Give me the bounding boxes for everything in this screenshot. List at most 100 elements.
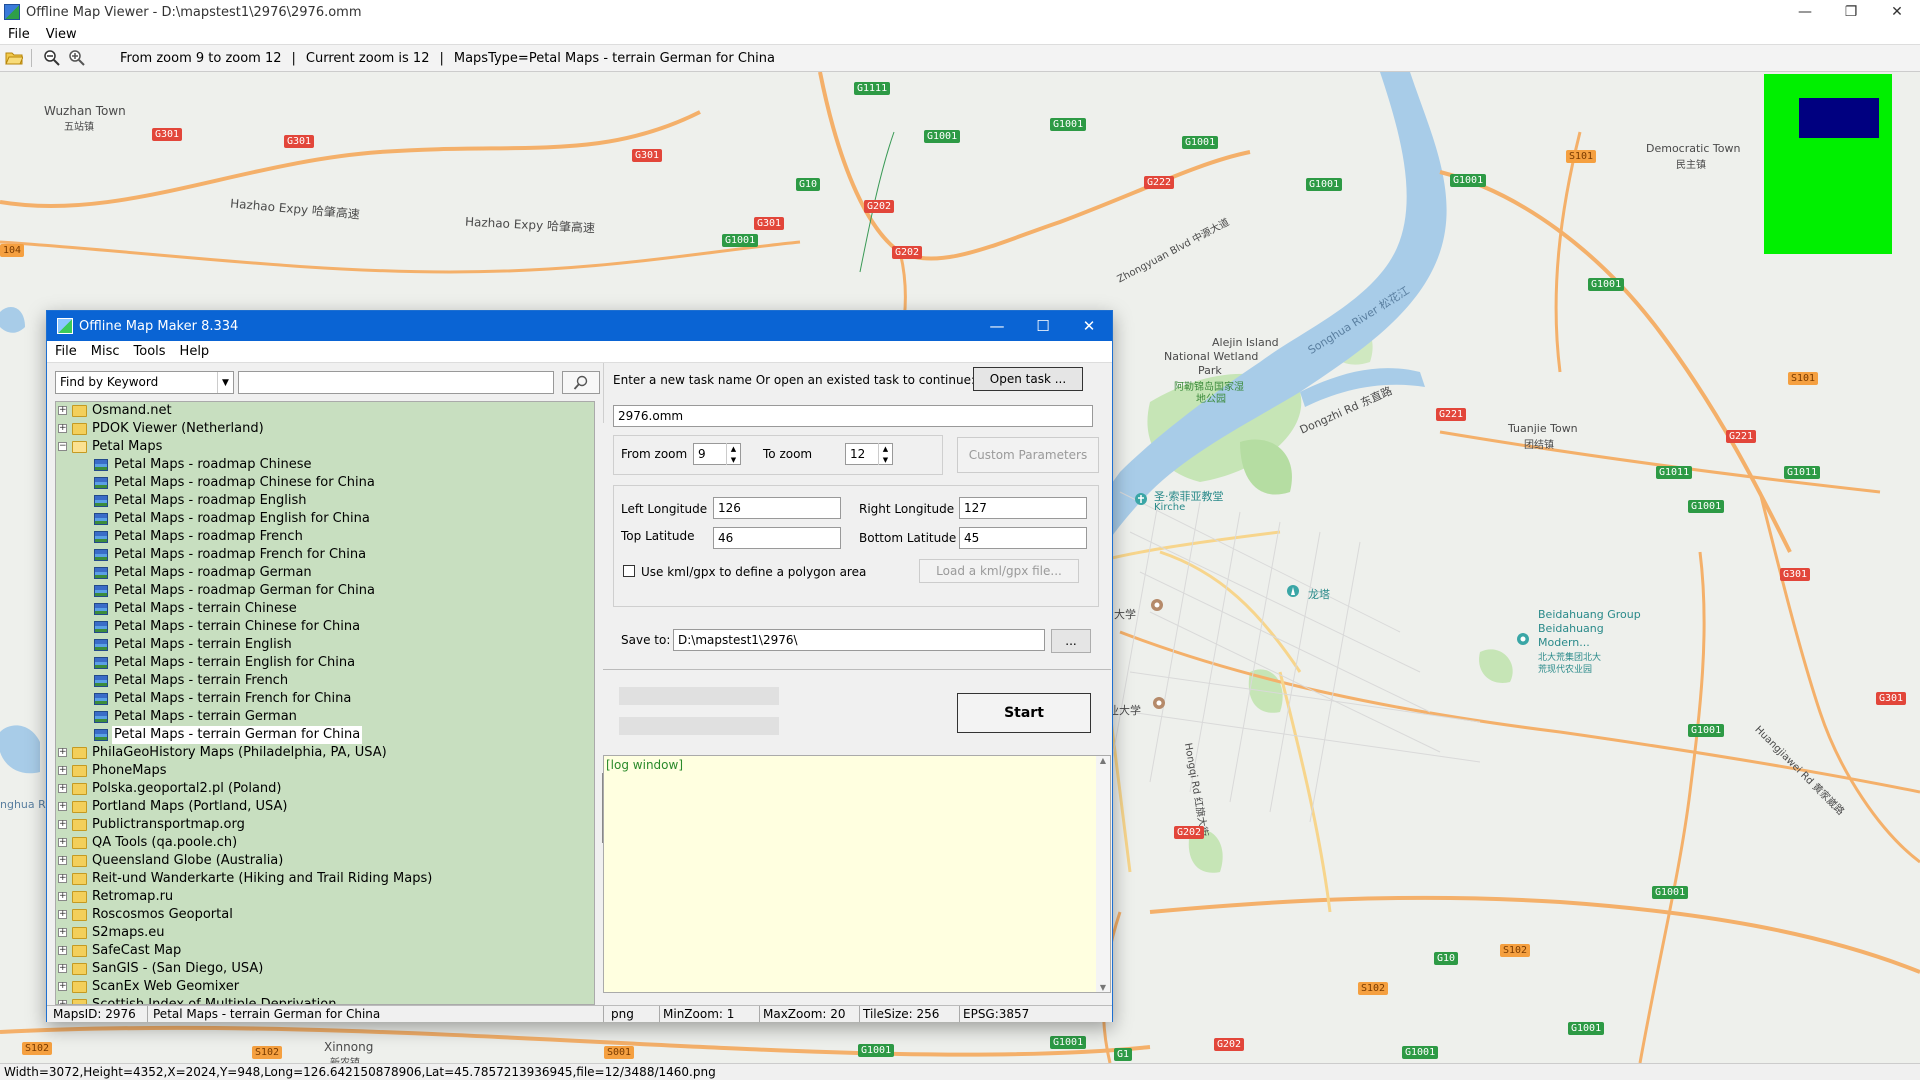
expand-icon[interactable]: +: [58, 910, 67, 919]
close-button[interactable]: ✕: [1874, 0, 1920, 24]
zoom-out-icon[interactable]: [41, 47, 63, 69]
expand-icon[interactable]: +: [58, 406, 67, 415]
expand-icon[interactable]: +: [58, 784, 67, 793]
task-name-field[interactable]: 2976.omm: [613, 405, 1093, 427]
tree-folder-item[interactable]: + SafeCast Map: [56, 942, 594, 960]
tree-map-item[interactable]: Petal Maps - roadmap Chinese: [56, 456, 594, 474]
expand-icon[interactable]: +: [58, 802, 67, 811]
search-button[interactable]: [562, 371, 600, 394]
kml-polygon-checkbox[interactable]: [623, 565, 635, 577]
log-scrollbar[interactable]: ▲ ▼: [1096, 756, 1110, 992]
spin-down-icon[interactable]: ▼: [883, 456, 888, 464]
tree-map-item[interactable]: Petal Maps - roadmap French: [56, 528, 594, 546]
tree-map-item[interactable]: Petal Maps - roadmap German: [56, 564, 594, 582]
tree-map-item[interactable]: Petal Maps - terrain English for China: [56, 654, 594, 672]
open-task-button[interactable]: Open task ...: [973, 367, 1083, 391]
tree-folder-item[interactable]: + PDOK Viewer (Netherland): [56, 420, 594, 438]
tree-map-item[interactable]: Petal Maps - roadmap English for China: [56, 510, 594, 528]
expand-icon[interactable]: +: [58, 892, 67, 901]
tree-folder-item[interactable]: + Roscosmos Geoportal: [56, 906, 594, 924]
spin-up-icon[interactable]: ▲: [731, 445, 736, 453]
tree-folder-item[interactable]: + Portland Maps (Portland, USA): [56, 798, 594, 816]
menu-tools[interactable]: Tools: [134, 344, 166, 359]
tree-folder-item[interactable]: − Petal Maps: [56, 438, 594, 456]
restore-button[interactable]: ❐: [1828, 0, 1874, 24]
tree-map-item[interactable]: Petal Maps - terrain German: [56, 708, 594, 726]
tree-folder-item[interactable]: + Osmand.net: [56, 402, 594, 420]
expand-icon[interactable]: +: [58, 820, 67, 829]
custom-parameters-button[interactable]: Custom Parameters: [957, 437, 1099, 473]
tree-folder-item[interactable]: + Reit-und Wanderkarte (Hiking and Trail …: [56, 870, 594, 888]
expand-icon[interactable]: +: [58, 946, 67, 955]
open-folder-icon[interactable]: [3, 47, 25, 69]
dialog-maximize-button[interactable]: ☐: [1020, 311, 1066, 341]
scroll-up-icon[interactable]: ▲: [1100, 756, 1106, 765]
expand-icon[interactable]: +: [58, 424, 67, 433]
tree-folder-item[interactable]: + SanGIS - (San Diego, USA): [56, 960, 594, 978]
tree-map-item[interactable]: Petal Maps - terrain French: [56, 672, 594, 690]
menu-help[interactable]: Help: [180, 344, 210, 359]
tree-map-item[interactable]: Petal Maps - roadmap German for China: [56, 582, 594, 600]
map-source-tree[interactable]: + Osmand.net + PDOK Viewer (Netherland) − Pet…: [55, 401, 595, 1005]
folder-icon: [72, 423, 87, 435]
keyword-input[interactable]: [238, 371, 554, 394]
bottom-latitude-field[interactable]: 45: [959, 527, 1087, 549]
chevron-down-icon[interactable]: ▼: [217, 372, 233, 393]
top-latitude-field[interactable]: 46: [713, 527, 841, 549]
tree-map-item[interactable]: Petal Maps - roadmap Chinese for China: [56, 474, 594, 492]
expand-icon[interactable]: +: [58, 838, 67, 847]
search-mode-select[interactable]: Find by Keyword ▼: [55, 371, 234, 394]
save-path-field[interactable]: D:\mapstest1\2976\: [673, 629, 1045, 651]
right-longitude-field[interactable]: 127: [959, 497, 1087, 519]
expand-icon[interactable]: +: [58, 982, 67, 991]
expand-icon[interactable]: +: [58, 748, 67, 757]
overview-minimap[interactable]: [1764, 74, 1892, 254]
browse-button[interactable]: ...: [1051, 629, 1091, 653]
tree-map-item[interactable]: Petal Maps - terrain English: [56, 636, 594, 654]
tree-map-item[interactable]: Petal Maps - roadmap French for China: [56, 546, 594, 564]
start-button[interactable]: Start: [957, 693, 1091, 733]
tree-folder-item[interactable]: + Polska.geoportal2.pl (Poland): [56, 780, 594, 798]
tree-folder-item[interactable]: + PhilaGeoHistory Maps (Philadelphia, PA,…: [56, 744, 594, 762]
menu-misc[interactable]: Misc: [91, 344, 120, 359]
to-zoom-spinner[interactable]: ▲ ▼: [878, 443, 892, 465]
menu-view[interactable]: View: [46, 27, 77, 42]
tree-folder-item[interactable]: + Queensland Globe (Australia): [56, 852, 594, 870]
spin-up-icon[interactable]: ▲: [883, 445, 888, 453]
tree-folder-item[interactable]: + Publictransportmap.org: [56, 816, 594, 834]
from-zoom-spinner[interactable]: ▲ ▼: [726, 443, 740, 465]
expand-icon[interactable]: +: [58, 928, 67, 937]
expand-icon[interactable]: +: [58, 856, 67, 865]
tree-map-item[interactable]: Petal Maps - terrain Chinese: [56, 600, 594, 618]
minimize-button[interactable]: —: [1782, 0, 1828, 24]
tree-item-label: PhoneMaps: [92, 763, 167, 778]
scroll-down-icon[interactable]: ▼: [1100, 983, 1106, 992]
tree-map-item[interactable]: Petal Maps - terrain German for China: [56, 726, 594, 744]
dialog-minimize-button[interactable]: —: [974, 311, 1020, 341]
tree-folder-item[interactable]: + PhoneMaps: [56, 762, 594, 780]
expand-icon[interactable]: +: [58, 964, 67, 973]
menu-file[interactable]: File: [8, 27, 30, 42]
tree-map-item[interactable]: Petal Maps - roadmap English: [56, 492, 594, 510]
load-kml-button[interactable]: Load a kml/gpx file...: [919, 559, 1079, 583]
menu-file[interactable]: File: [55, 344, 77, 359]
zoom-in-icon[interactable]: [66, 47, 88, 69]
dialog-close-button[interactable]: ✕: [1066, 311, 1112, 341]
spin-down-icon[interactable]: ▼: [731, 456, 736, 464]
from-zoom-label: From zoom: [621, 447, 688, 461]
tree-map-item[interactable]: Petal Maps - terrain Chinese for China: [56, 618, 594, 636]
minimap-viewport[interactable]: [1799, 98, 1879, 138]
tree-folder-item[interactable]: + Retromap.ru: [56, 888, 594, 906]
tree-folder-item[interactable]: + S2maps.eu: [56, 924, 594, 942]
tree-item-label: Petal Maps - roadmap German: [114, 565, 312, 580]
expand-icon[interactable]: +: [58, 766, 67, 775]
tree-map-item[interactable]: Petal Maps - terrain French for China: [56, 690, 594, 708]
expand-icon[interactable]: +: [58, 874, 67, 883]
tree-folder-item[interactable]: + QA Tools (qa.poole.ch): [56, 834, 594, 852]
dialog-title-bar[interactable]: Offline Map Maker 8.334 — ☐ ✕: [47, 311, 1112, 341]
collapse-icon[interactable]: −: [58, 442, 67, 451]
log-window[interactable]: [log window] ▲ ▼: [603, 755, 1111, 993]
left-longitude-field[interactable]: 126: [713, 497, 841, 519]
tree-folder-item[interactable]: + Scottish Index of Multiple Deprivation: [56, 996, 594, 1004]
tree-folder-item[interactable]: + ScanEx Web Geomixer: [56, 978, 594, 996]
